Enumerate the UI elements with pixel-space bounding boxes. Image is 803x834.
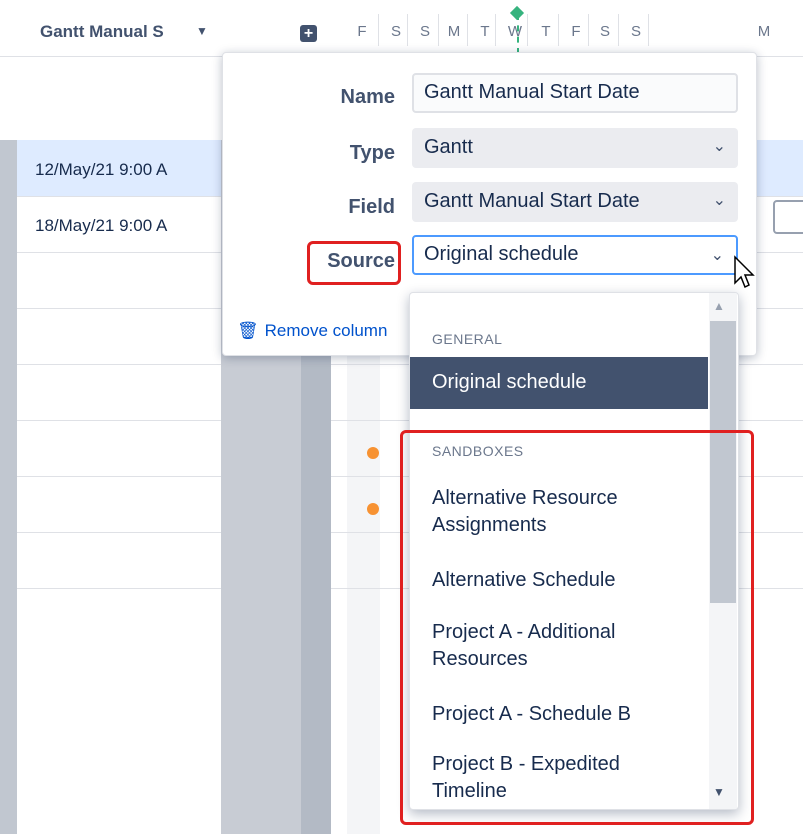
chevron-down-icon: ⌄ [712,192,726,209]
type-select[interactable]: Gantt ⌄ [412,128,738,168]
type-label: Type [349,142,395,164]
day-separator [467,14,468,46]
chevron-down-icon: ⌄ [710,247,724,264]
sandboxes-highlight [400,430,754,825]
caret-down-icon[interactable]: ▼ [196,24,208,38]
day-label: S [390,23,401,40]
gantt-timeline-header: F S S M T W T F S S M [345,0,803,56]
type-select-value: Gantt [424,136,473,158]
column-header-gantt-manual-start[interactable]: Gantt Manual S ▼ [0,0,221,56]
day-separator [588,14,589,46]
day-separator [495,14,496,46]
source-select[interactable]: Original schedule ⌄ [412,235,738,275]
day-label: M [757,23,771,40]
table-row[interactable] [17,532,221,589]
remove-column-label: Remove column [264,321,388,340]
field-select[interactable]: Gantt Manual Start Date ⌄ [412,182,738,222]
source-select-value: Original schedule [424,243,579,265]
day-separator [527,14,528,46]
table-row[interactable] [17,364,221,421]
day-separator [558,14,559,46]
row-gutter [0,140,17,834]
milestone-dot[interactable] [367,447,379,459]
day-label: F [571,23,581,40]
day-label: M [447,23,461,40]
group-heading-general: GENERAL [432,331,503,347]
day-label: S [630,23,641,40]
dropdown-option[interactable]: Original schedule [410,357,708,409]
day-separator [438,14,439,46]
row-date-cell: 12/May/21 9:00 A [35,160,168,179]
day-separator [378,14,379,46]
name-input[interactable]: Gantt Manual Start Date [412,73,738,113]
milestone-dot[interactable] [367,503,379,515]
day-label: W [507,23,523,40]
day-label: S [419,23,430,40]
table-row[interactable]: 12/May/21 9:00 A [17,140,221,197]
day-separator [407,14,408,46]
scroll-up-icon[interactable]: ▲ [713,299,725,313]
day-label: T [541,23,551,40]
chevron-down-icon: ⌄ [712,138,726,155]
day-separator [648,14,649,46]
table-row[interactable] [17,252,221,309]
table-row[interactable]: 18/May/21 9:00 A [17,196,221,253]
today-line [517,14,519,54]
day-label: T [480,23,490,40]
day-separator [618,14,619,46]
mouse-cursor-icon [734,255,755,289]
field-label: Field [348,196,395,218]
remove-column-link[interactable]: 🗑 Remove column [237,321,387,341]
trash-icon: 🗑 [237,321,259,340]
gantt-bar-link-icon[interactable] [773,200,803,234]
name-label: Name [340,86,395,108]
row-date-cell: 18/May/21 9:00 A [35,216,168,235]
day-label: F [357,23,367,40]
table-row[interactable] [17,476,221,533]
table-row[interactable] [17,420,221,477]
table-row[interactable] [17,308,221,365]
day-label: S [599,23,610,40]
source-label: Source [327,250,395,272]
add-column-button[interactable]: + [300,25,317,42]
field-select-value: Gantt Manual Start Date [424,190,640,212]
column-header-label: Gantt Manual S [40,22,164,41]
